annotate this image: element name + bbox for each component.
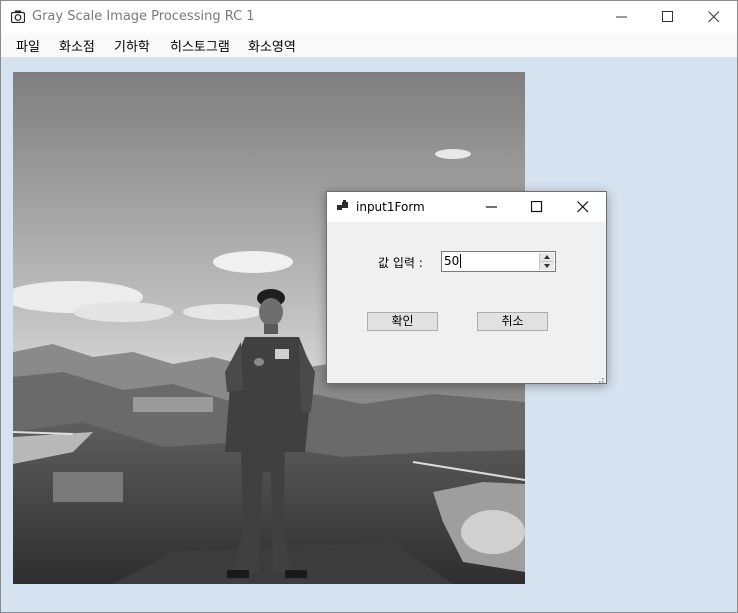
menu-file[interactable]: 파일 bbox=[16, 36, 40, 55]
arrow-up-icon bbox=[544, 255, 550, 259]
dialog-title-bar[interactable]: input1Form bbox=[327, 192, 606, 222]
close-button[interactable] bbox=[691, 1, 737, 33]
spin-buttons bbox=[539, 253, 554, 270]
text-caret bbox=[460, 254, 461, 268]
input-dialog: input1Form 값 입력 : 50 확인 취소 bbox=[326, 191, 607, 386]
spin-down-button[interactable] bbox=[540, 262, 554, 270]
menu-histogram[interactable]: 히스토그램 bbox=[170, 36, 230, 55]
maximize-icon bbox=[662, 11, 673, 22]
menu-pixel-area[interactable]: 화소영역 bbox=[248, 36, 296, 55]
maximize-icon bbox=[531, 201, 543, 213]
minimize-icon bbox=[616, 16, 627, 18]
close-icon bbox=[577, 201, 589, 213]
dialog-minimize-button[interactable] bbox=[470, 192, 514, 222]
camera-icon bbox=[10, 10, 26, 24]
spin-up-button[interactable] bbox=[540, 253, 554, 262]
minimize-icon bbox=[486, 206, 497, 208]
minimize-button[interactable] bbox=[599, 1, 645, 33]
menu-bar: 파일 화소점 기하학 히스토그램 화소영역 bbox=[1, 33, 737, 57]
dialog-close-button[interactable] bbox=[561, 192, 605, 222]
dialog-maximize-button[interactable] bbox=[515, 192, 559, 222]
numeric-value[interactable]: 50 bbox=[444, 254, 459, 268]
value-input-label: 값 입력 : bbox=[378, 256, 423, 270]
value-numeric-stepper[interactable]: 50 bbox=[441, 251, 556, 272]
title-bar[interactable]: Gray Scale Image Processing RC 1 bbox=[1, 1, 737, 33]
ok-button[interactable]: 확인 bbox=[367, 312, 438, 331]
menu-geometry[interactable]: 기하학 bbox=[114, 36, 150, 55]
close-icon bbox=[708, 11, 720, 23]
maximize-button[interactable] bbox=[645, 1, 691, 33]
arrow-down-icon bbox=[544, 264, 550, 268]
form-icon bbox=[337, 200, 349, 212]
cancel-button[interactable]: 취소 bbox=[477, 312, 548, 331]
dialog-title: input1Form bbox=[356, 200, 425, 214]
resize-grip-icon[interactable] bbox=[596, 373, 604, 386]
window-title: Gray Scale Image Processing RC 1 bbox=[32, 9, 255, 24]
menu-pixel-point[interactable]: 화소점 bbox=[59, 36, 95, 55]
